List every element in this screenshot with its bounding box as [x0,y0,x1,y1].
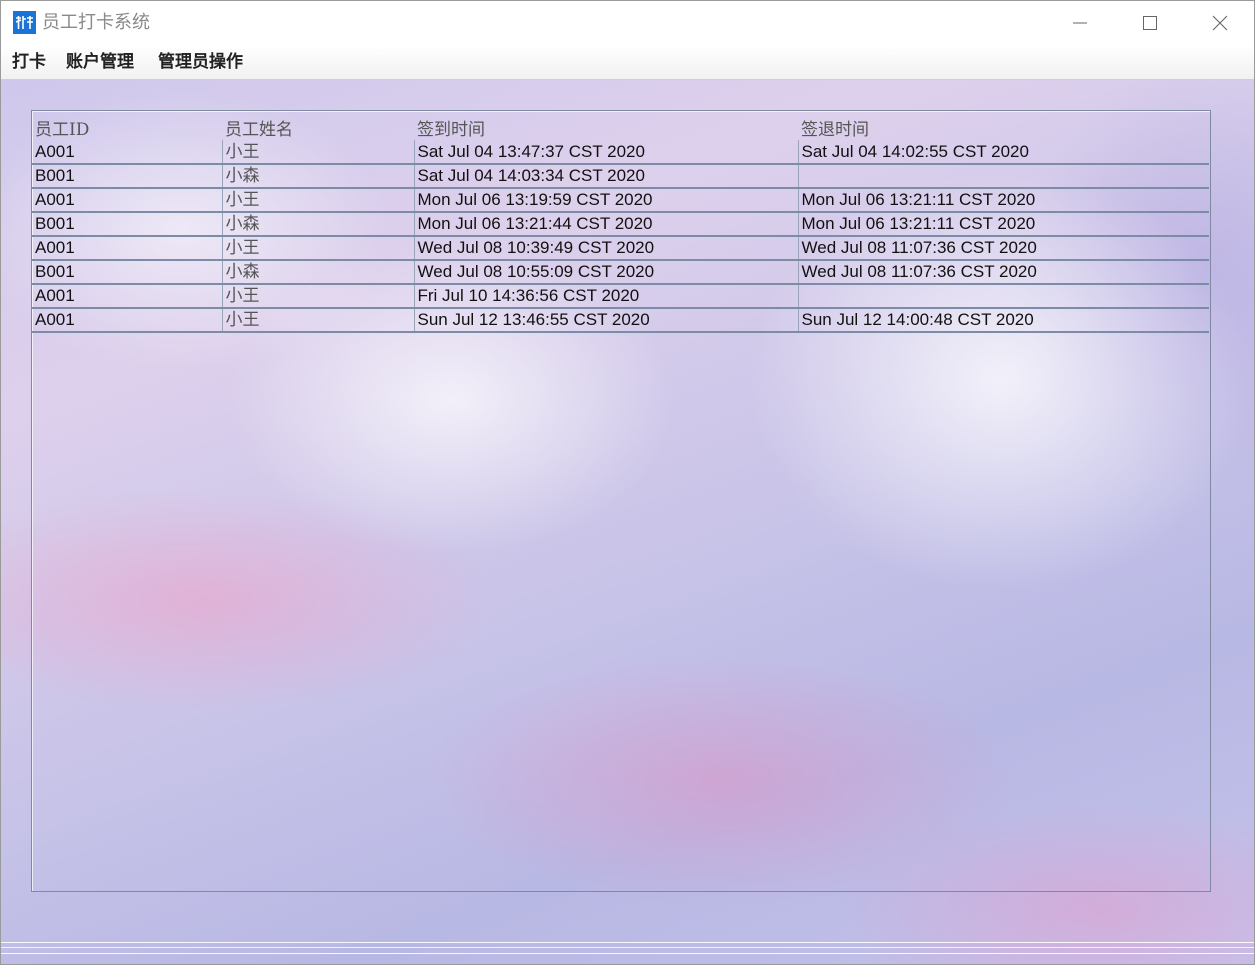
menu-admin-operations[interactable]: 管理员操作 [158,50,243,74]
minimize-icon [1073,22,1087,24]
cell-employee-id: A001 [32,308,222,333]
maximize-button[interactable] [1115,1,1185,45]
cell-sign-out-time: Wed Jul 08 11:07:36 CST 2020 [797,260,1209,285]
cell-employee-id: A001 [32,284,222,309]
cell-sign-in-time: Sat Jul 04 13:47:37 CST 2020 [413,140,798,165]
cell-employee-name: 小王 [221,188,414,213]
table-row[interactable]: A001 小王 Sun Jul 12 13:46:55 CST 2020 Sun… [32,308,1209,333]
column-header-sign-in-time[interactable]: 签到时间 [414,111,798,140]
content-area: 员工ID 员工姓名 签到时间 签退时间 A001 小王 Sat Jul 04 1… [1,80,1254,964]
cell-employee-name: 小森 [221,164,414,189]
title-bar[interactable]: 员工打卡系统 [1,1,1254,45]
column-header-sign-out-time[interactable]: 签退时间 [798,111,1209,140]
cell-employee-id: B001 [32,260,222,285]
minimize-button[interactable] [1045,1,1115,45]
table-row[interactable]: A001 小王 Wed Jul 08 10:39:49 CST 2020 Wed… [32,236,1209,261]
cell-sign-in-time: Wed Jul 08 10:39:49 CST 2020 [413,236,798,261]
table-row[interactable]: A001 小王 Sat Jul 04 13:47:37 CST 2020 Sat… [32,140,1209,165]
cell-sign-out-time: Sun Jul 12 14:00:48 CST 2020 [797,308,1209,333]
close-icon [1212,15,1228,31]
decorative-bottom-lines [1,942,1254,954]
cell-employee-name: 小王 [221,308,414,333]
cell-employee-name: 小森 [221,260,414,285]
cell-employee-name: 小王 [221,284,414,309]
cell-employee-name: 小王 [221,140,414,165]
cell-sign-out-time: Mon Jul 06 13:21:11 CST 2020 [797,212,1209,237]
cell-employee-id: A001 [32,236,222,261]
maximize-icon [1143,16,1157,30]
attendance-table-panel[interactable]: 员工ID 员工姓名 签到时间 签退时间 A001 小王 Sat Jul 04 1… [31,110,1211,892]
cell-employee-id: B001 [32,164,222,189]
app-window: 员工打卡系统 打卡 账户管理 管理员操作 员工ID 员工姓名 签到时间 签退时间… [0,0,1255,965]
table-row[interactable]: A001 小王 Fri Jul 10 14:36:56 CST 2020 [32,284,1209,309]
cell-sign-in-time: Sun Jul 12 13:46:55 CST 2020 [413,308,798,333]
column-header-employee-id[interactable]: 员工ID [32,111,222,140]
table-row[interactable]: A001 小王 Mon Jul 06 13:19:59 CST 2020 Mon… [32,188,1209,213]
table-row[interactable]: B001 小森 Wed Jul 08 10:55:09 CST 2020 Wed… [32,260,1209,285]
table-header-row: 员工ID 员工姓名 签到时间 签退时间 [32,111,1209,140]
cell-sign-in-time: Mon Jul 06 13:21:44 CST 2020 [413,212,798,237]
cell-employee-name: 小森 [221,212,414,237]
attendance-table: 员工ID 员工姓名 签到时间 签退时间 A001 小王 Sat Jul 04 1… [32,111,1209,333]
cell-sign-out-time: Sat Jul 04 14:02:55 CST 2020 [797,140,1209,165]
table-row[interactable]: B001 小森 Sat Jul 04 14:03:34 CST 2020 [32,164,1209,189]
cell-sign-out-time: Mon Jul 06 13:21:11 CST 2020 [797,188,1209,213]
cell-employee-id: A001 [32,188,222,213]
cell-sign-out-time: Wed Jul 08 11:07:36 CST 2020 [797,236,1209,261]
cell-employee-id: A001 [32,140,222,165]
table-row[interactable]: B001 小森 Mon Jul 06 13:21:44 CST 2020 Mon… [32,212,1209,237]
cell-sign-in-time: Sat Jul 04 14:03:34 CST 2020 [413,164,798,189]
menu-account-management[interactable]: 账户管理 [66,50,134,74]
cell-sign-out-time [797,284,1209,309]
window-title: 员工打卡系统 [42,12,150,33]
menu-clock-in[interactable]: 打卡 [12,50,46,74]
cell-sign-in-time: Fri Jul 10 14:36:56 CST 2020 [413,284,798,309]
cell-sign-in-time: Wed Jul 08 10:55:09 CST 2020 [413,260,798,285]
clock-in-app-icon [13,11,36,34]
menu-bar: 打卡 账户管理 管理员操作 [1,45,1254,80]
cell-employee-id: B001 [32,212,222,237]
cell-sign-out-time [797,164,1209,189]
cell-employee-name: 小王 [221,236,414,261]
column-header-employee-name[interactable]: 员工姓名 [222,111,414,140]
close-button[interactable] [1185,1,1254,45]
cell-sign-in-time: Mon Jul 06 13:19:59 CST 2020 [413,188,798,213]
